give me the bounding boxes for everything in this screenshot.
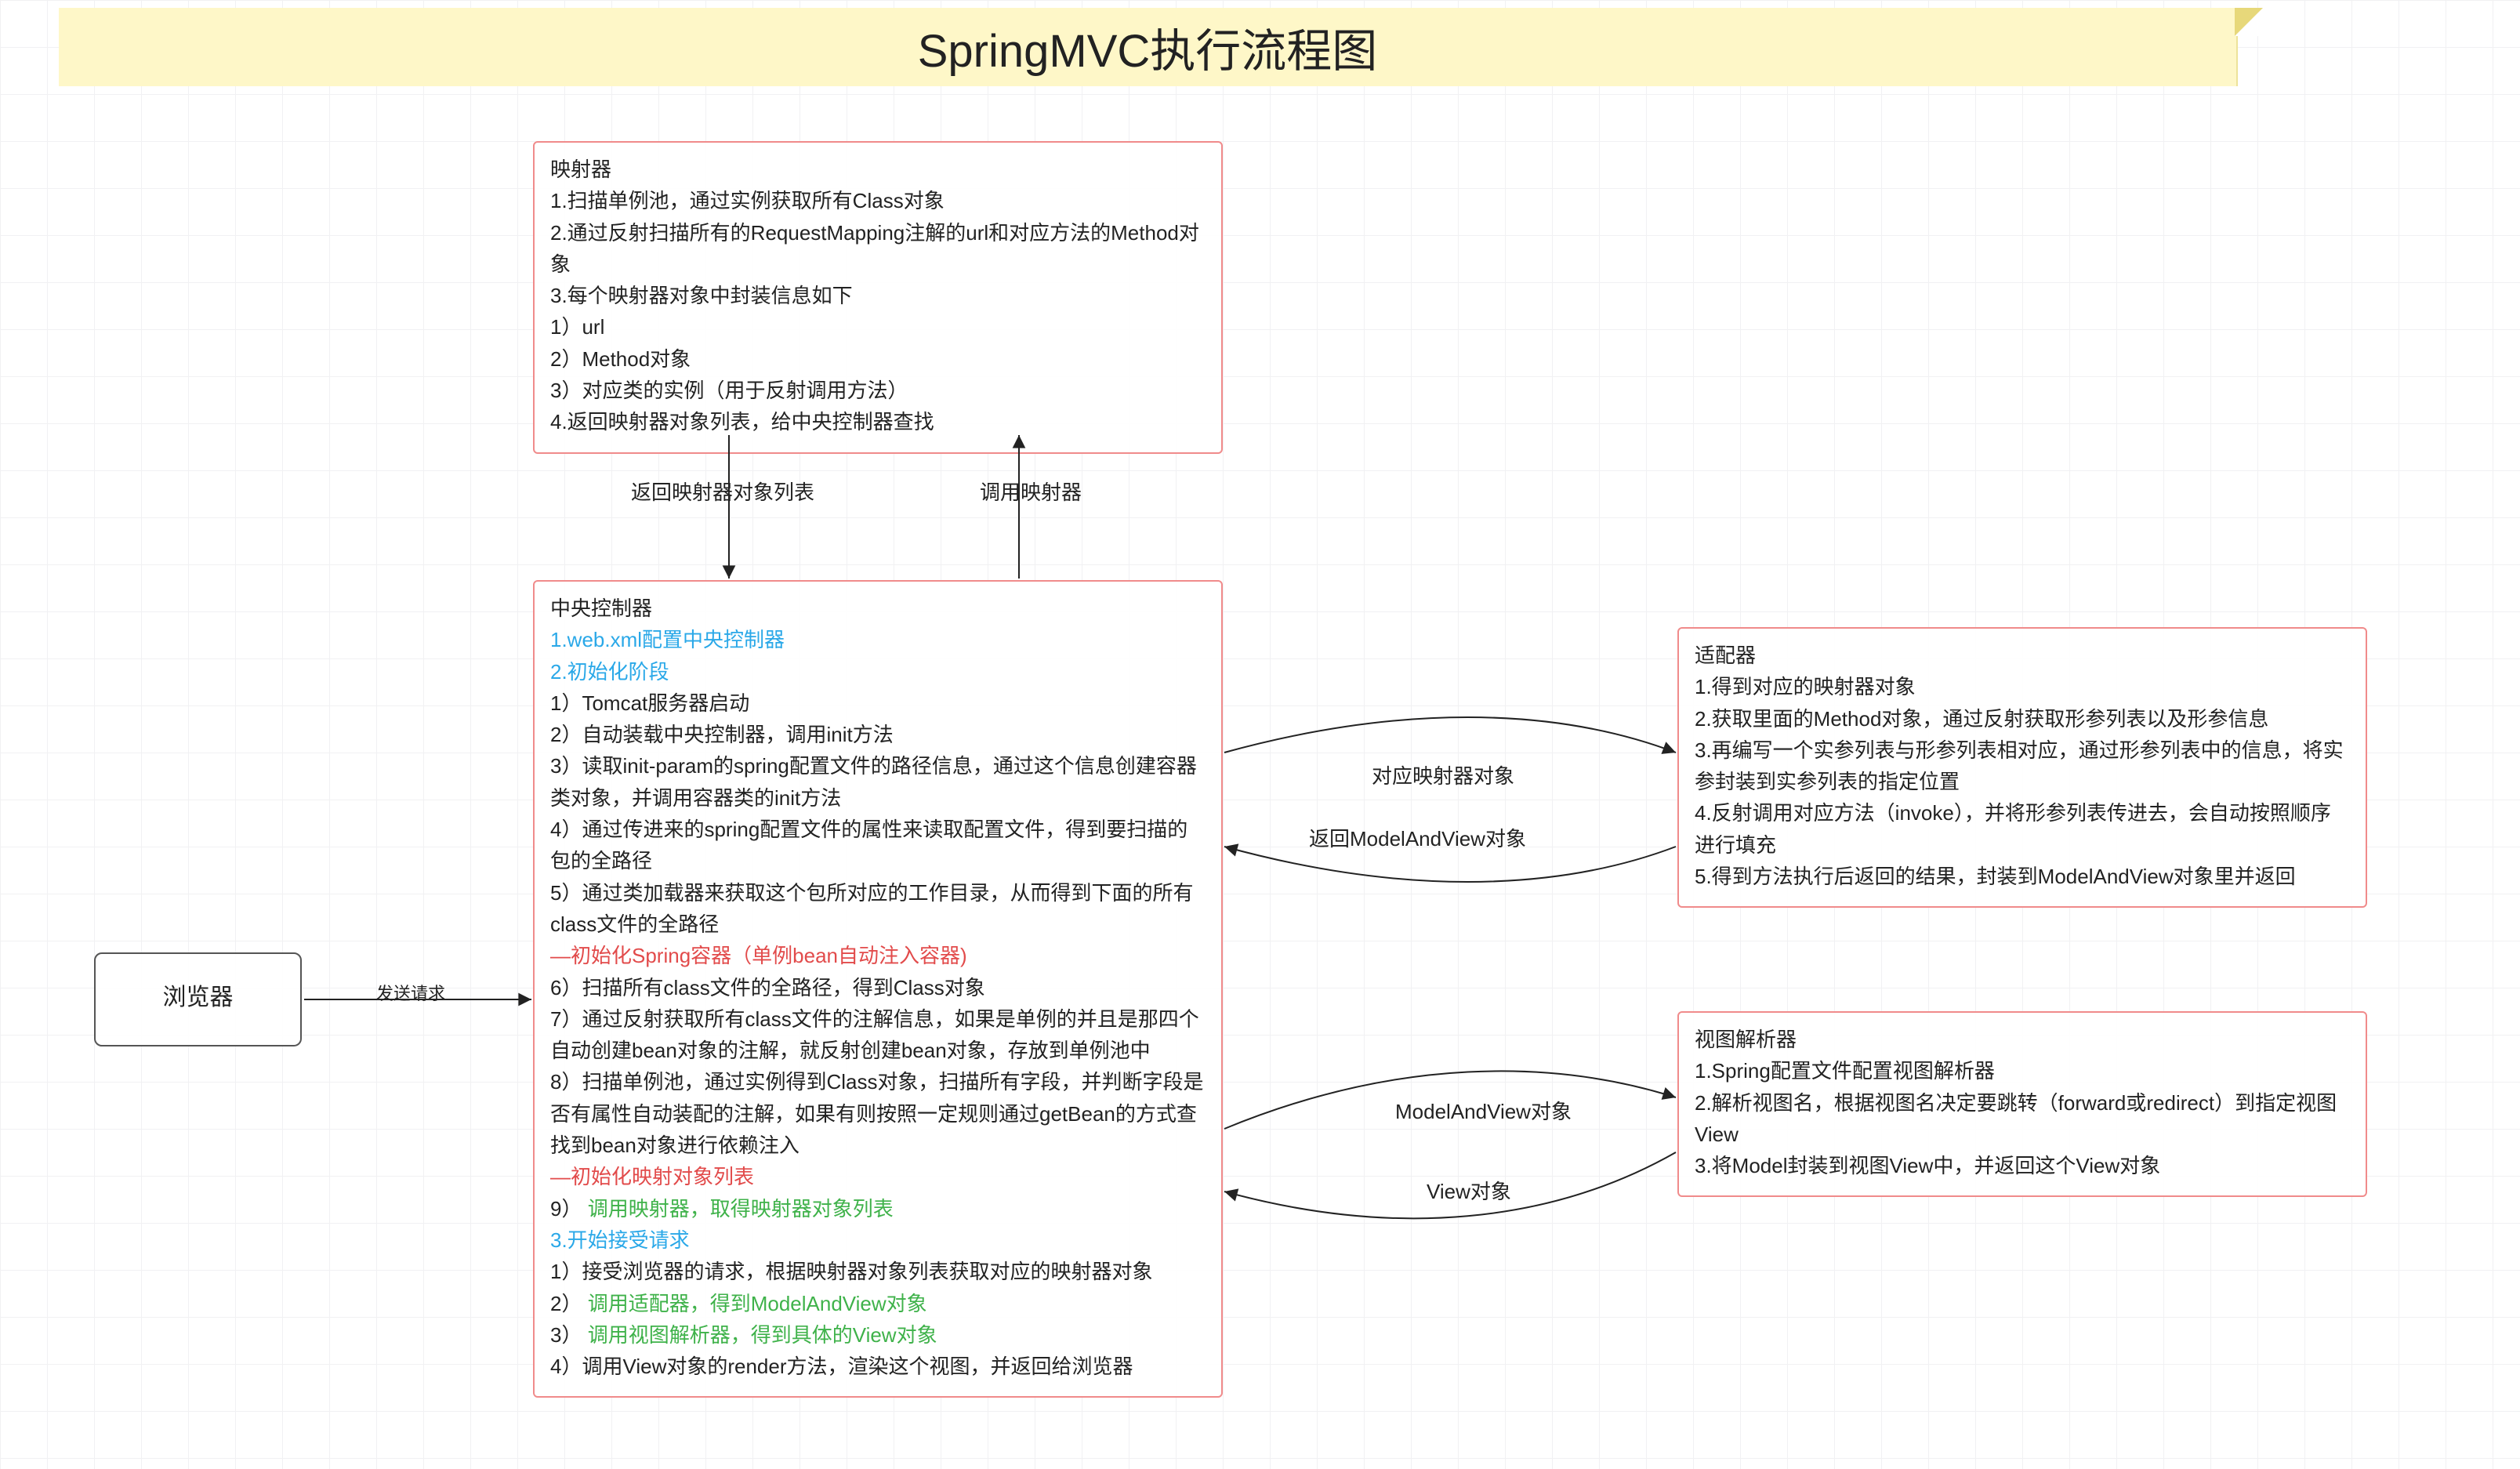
- node-viewresolver: 视图解析器 1.Spring配置文件配置视图解析器 2.解析视图名，根据视图名决…: [1677, 1011, 2367, 1197]
- edge-send-request: 发送请求: [376, 980, 445, 1005]
- dispatcher-heading: 中央控制器: [550, 593, 1206, 624]
- dispatcher-blue: 1.web.xml配置中央控制器: [550, 624, 1206, 655]
- dispatcher-green: 调用映射器，取得映射器对象列表: [588, 1197, 894, 1221]
- mapper-line: 2）Method对象: [550, 343, 1206, 375]
- dispatcher-line: 1）Tomcat服务器启动: [550, 687, 1206, 719]
- dispatcher-line: 5）通过类加载器来获取这个包所对应的工作目录，从而得到下面的所有class文件的…: [550, 877, 1206, 941]
- adapter-line: 4.反射调用对应方法（invoke），并将形参列表传进去，会自动按照顺序进行填充: [1695, 797, 2350, 861]
- mapper-line: 2.通过反射扫描所有的RequestMapping注解的url和对应方法的Met…: [550, 217, 1206, 281]
- adapter-line: 2.获取里面的Method对象，通过反射获取形参列表以及形参信息: [1695, 703, 2350, 734]
- edge-call-mapper: 调用映射器: [980, 477, 1082, 506]
- mapper-heading: 映射器: [550, 154, 1206, 185]
- dispatcher-line: 3） 调用视图解析器，得到具体的View对象: [550, 1319, 1206, 1351]
- adapter-line: 5.得到方法执行后返回的结果，封装到ModelAndView对象里并返回: [1695, 861, 2350, 892]
- mapper-line: 3.每个映射器对象中封装信息如下: [550, 280, 1206, 311]
- viewresolver-heading: 视图解析器: [1695, 1024, 2350, 1055]
- dispatcher-bullet: 2）: [550, 1292, 582, 1315]
- title-dog-ear: [2235, 8, 2263, 36]
- mapper-line: 4.返回映射器对象列表，给中央控制器查找: [550, 406, 1206, 437]
- mapper-line: 3）对应类的实例（用于反射调用方法）: [550, 375, 1206, 406]
- mapper-line: 1）url: [550, 311, 1206, 343]
- dispatcher-line: 3）读取init-param的spring配置文件的路径信息，通过这个信息创建容…: [550, 750, 1206, 814]
- dispatcher-red: —初始化Spring容器（单例bean自动注入容器): [550, 940, 1206, 971]
- viewresolver-line: 3.将Model封装到视图View中，并返回这个View对象: [1695, 1150, 2350, 1181]
- node-mapper: 映射器 1.扫描单例池，通过实例获取所有Class对象 2.通过反射扫描所有的R…: [533, 141, 1223, 454]
- viewresolver-line: 2.解析视图名，根据视图名决定要跳转（forward或redirect）到指定视…: [1695, 1087, 2350, 1151]
- dispatcher-line: 6）扫描所有class文件的全路径，得到Class对象: [550, 972, 1206, 1003]
- edge-from-adapter: 返回ModelAndView对象: [1309, 823, 1526, 852]
- dispatcher-red: —初始化映射对象列表: [550, 1161, 1206, 1192]
- edge-from-viewresolver: View对象: [1427, 1176, 1511, 1205]
- edge-return-mapper-list: 返回映射器对象列表: [631, 477, 814, 506]
- dispatcher-blue: 2.初始化阶段: [550, 656, 1206, 687]
- dispatcher-line: 2） 调用适配器，得到ModelAndView对象: [550, 1288, 1206, 1319]
- node-dispatcher: 中央控制器 1.web.xml配置中央控制器 2.初始化阶段 1）Tomcat服…: [533, 580, 1223, 1398]
- title-banner: SpringMVC执行流程图: [59, 8, 2238, 86]
- dispatcher-line: 4）通过传进来的spring配置文件的属性来读取配置文件，得到要扫描的包的全路径: [550, 814, 1206, 877]
- edge-to-adapter: 对应映射器对象: [1372, 760, 1514, 789]
- dispatcher-line: 1）接受浏览器的请求，根据映射器对象列表获取对应的映射器对象: [550, 1256, 1206, 1287]
- dispatcher-line: 7）通过反射获取所有class文件的注解信息，如果是单例的并且是那四个自动创建b…: [550, 1003, 1206, 1067]
- dispatcher-green: 调用适配器，得到ModelAndView对象: [588, 1292, 927, 1315]
- edge-to-viewresolver: ModelAndView对象: [1395, 1096, 1572, 1125]
- browser-label: 浏览器: [163, 980, 234, 1017]
- dispatcher-line: 8）扫描单例池，通过实例得到Class对象，扫描所有字段，并判断字段是否有属性自…: [550, 1066, 1206, 1161]
- title-text: SpringMVC执行流程图: [918, 14, 1378, 80]
- dispatcher-bullet: 3）: [550, 1323, 582, 1347]
- mapper-line: 1.扫描单例池，通过实例获取所有Class对象: [550, 185, 1206, 216]
- dispatcher-line: 2）自动装载中央控制器，调用init方法: [550, 719, 1206, 750]
- node-adapter: 适配器 1.得到对应的映射器对象 2.获取里面的Method对象，通过反射获取形…: [1677, 627, 2367, 908]
- viewresolver-line: 1.Spring配置文件配置视图解析器: [1695, 1055, 2350, 1086]
- dispatcher-bullet: 9）: [550, 1197, 582, 1221]
- dispatcher-line: 9） 调用映射器，取得映射器对象列表: [550, 1193, 1206, 1224]
- dispatcher-green: 调用视图解析器，得到具体的View对象: [588, 1323, 937, 1347]
- adapter-line: 1.得到对应的映射器对象: [1695, 671, 2350, 702]
- node-browser: 浏览器: [94, 952, 302, 1046]
- dispatcher-blue: 3.开始接受请求: [550, 1224, 1206, 1256]
- dispatcher-line: 4）调用View对象的render方法，渲染这个视图，并返回给浏览器: [550, 1351, 1206, 1382]
- adapter-line: 3.再编写一个实参列表与形参列表相对应，通过形参列表中的信息，将实参封装到实参列…: [1695, 734, 2350, 798]
- adapter-heading: 适配器: [1695, 640, 2350, 671]
